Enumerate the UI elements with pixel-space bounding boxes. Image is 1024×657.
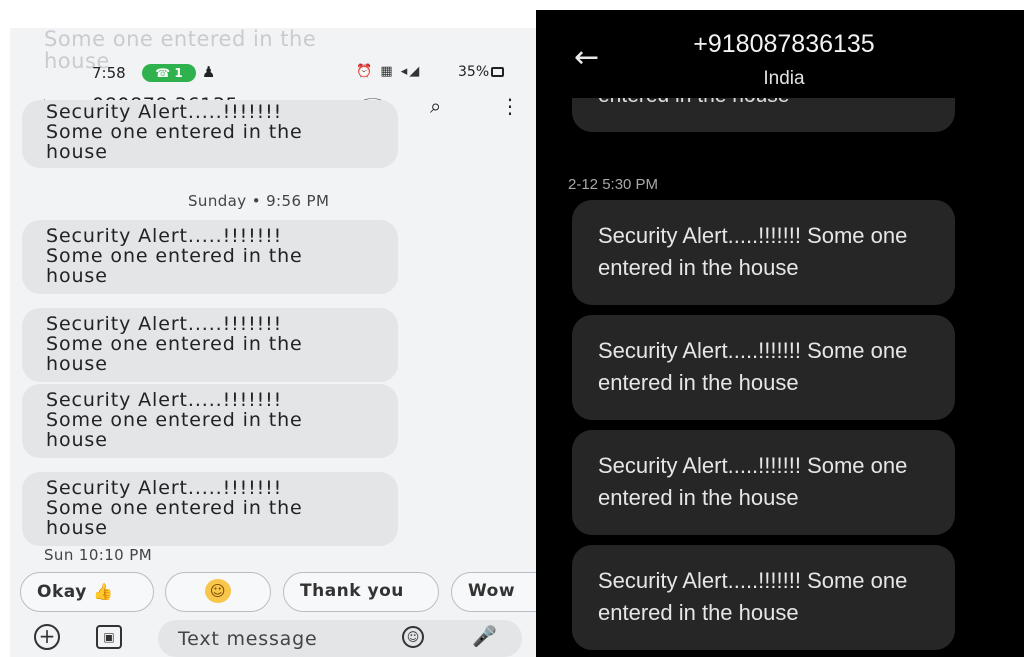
message-bubble[interactable]: Security Alert.....!!!!!!! Some one ente… [22, 384, 398, 458]
smart-reply-okay[interactable]: Okay 👍 [20, 572, 154, 612]
message-line: Security Alert.....!!!!!!! [46, 477, 283, 499]
message-list: entered in the house 2-12 5:30 PM Securi… [536, 98, 1024, 657]
text-message-input[interactable]: Text message ☺ 🎤 [158, 620, 522, 657]
message-line: house [46, 353, 108, 375]
message-date: 2-12 5:30 PM [568, 176, 659, 193]
microphone-icon[interactable]: 🎤 [472, 624, 497, 648]
message-line: house [46, 429, 108, 451]
contact-country: India [763, 68, 805, 89]
ghost-line: Some one entered in the [44, 28, 317, 51]
gallery-icon[interactable]: ▣ [96, 625, 122, 649]
light-phone-screenshot: Some one entered in the house 7:58 ☎ 1 ♟… [0, 0, 536, 657]
message-timestamp: Sun 10:10 PM [44, 546, 153, 564]
snapchat-icon: ♟ [202, 63, 216, 81]
battery-icon [491, 67, 505, 77]
more-options-icon[interactable]: ⋮ [500, 94, 520, 118]
message-timestamp: Sunday • 9:56 PM [188, 192, 330, 210]
dark-phone-screenshot: ← +918087836135 India entered in the hou… [536, 10, 1024, 657]
smart-reply-label: Wow [468, 581, 516, 601]
message-line: Security Alert.....!!!!!!! [46, 389, 283, 411]
status-icons: ⏰ ▦ ◂◢ [356, 64, 422, 79]
call-count: 1 [174, 66, 183, 80]
message-line: Security Alert.....!!!!!!! Some one [598, 223, 908, 248]
battery-percent: 35% [458, 64, 490, 80]
message-line: Some one entered in the [46, 121, 303, 143]
message-bubble[interactable]: Security Alert.....!!!!!!! Some one ente… [22, 308, 398, 382]
message-line: Security Alert.....!!!!!!! Some one [598, 568, 908, 593]
add-attachment-icon[interactable]: + [34, 624, 60, 650]
message-line: Security Alert.....!!!!!!! Some one [598, 453, 908, 478]
message-bubble[interactable]: Security Alert.....!!!!!!! Some one ente… [22, 472, 398, 546]
smart-reply-wow[interactable]: Wow [451, 572, 536, 612]
smiling-face-icon: ☺ [205, 579, 231, 603]
message-line: Some one entered in the [46, 245, 303, 267]
message-bubble[interactable]: Security Alert.....!!!!!!! Some one ente… [22, 100, 398, 168]
message-line: Security Alert.....!!!!!!! Some one [598, 338, 908, 363]
message-line: house [46, 265, 108, 287]
smart-reply-label: Thank you [300, 581, 404, 601]
message-text: entered in the house [598, 98, 789, 108]
message-line: Some one entered in the [46, 497, 303, 519]
message-line: entered in the house [598, 370, 799, 395]
battery-status: 35% [458, 64, 505, 80]
message-line: Some one entered in the [46, 333, 303, 355]
smart-reply-smile[interactable]: ☺ [165, 572, 271, 612]
message-line: entered in the house [598, 255, 799, 280]
message-line: entered in the house [598, 485, 799, 510]
message-line: Security Alert.....!!!!!!! [46, 313, 283, 335]
message-line: entered in the house [598, 600, 799, 625]
smart-reply-label: Okay [37, 582, 87, 602]
message-line: Security Alert.....!!!!!!! [46, 101, 283, 123]
text-message-placeholder: Text message [178, 628, 318, 650]
message-bubble[interactable]: Security Alert.....!!!!!!! Some one ente… [22, 220, 398, 294]
message-bubble[interactable]: Security Alert.....!!!!!!! Some one ente… [572, 545, 955, 650]
message-composer: + ▣ Text message ☺ 🎤 [10, 620, 536, 657]
status-bar: 7:58 ☎ 1 ♟ ⏰ ▦ ◂◢ 35% [10, 58, 536, 88]
message-line: Security Alert.....!!!!!!! [46, 225, 283, 247]
status-time: 7:58 [92, 64, 126, 82]
emoji-picker-icon[interactable]: ☺ [402, 626, 424, 648]
light-conversation-screen: Some one entered in the house 7:58 ☎ 1 ♟… [10, 28, 536, 657]
smart-reply-thank-you[interactable]: Thank you [283, 572, 439, 612]
message-bubble[interactable]: Security Alert.....!!!!!!! Some one ente… [572, 315, 955, 420]
message-line: Some one entered in the [46, 409, 303, 431]
message-bubble[interactable]: Security Alert.....!!!!!!! Some one ente… [572, 200, 955, 305]
message-bubble[interactable]: Security Alert.....!!!!!!! Some one ente… [572, 430, 955, 535]
message-line: house [46, 141, 108, 163]
contact-number: +918087836135 [693, 30, 875, 58]
message-line: house [46, 517, 108, 539]
call-indicator-pill: ☎ 1 [142, 64, 196, 82]
thumbs-up-icon: 👍 [93, 582, 114, 601]
search-icon[interactable]: ⌕ [430, 94, 441, 118]
message-bubble[interactable]: entered in the house [572, 98, 955, 132]
